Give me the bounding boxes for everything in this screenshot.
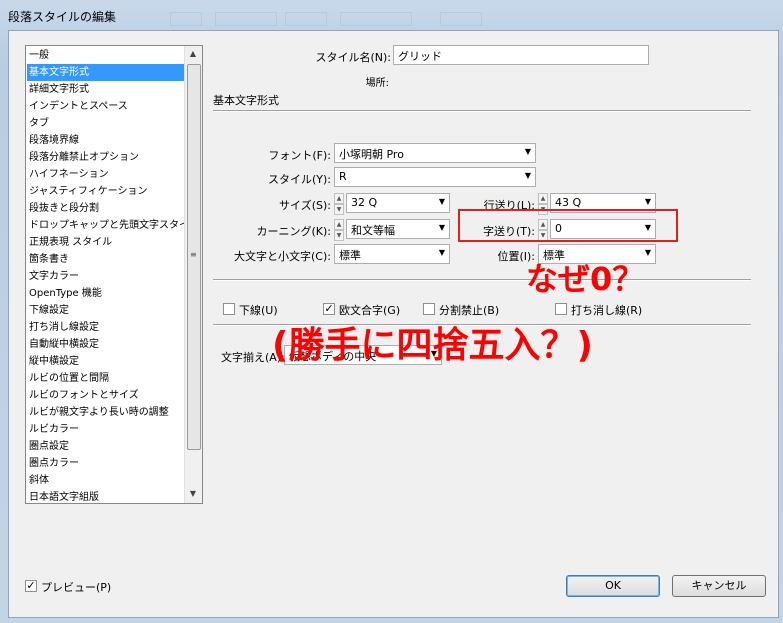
scroll-down-icon[interactable]: ▼ <box>185 486 201 502</box>
category-item[interactable]: ルビのフォントとサイズ <box>27 387 184 404</box>
style-name-input[interactable]: グリッド <box>393 45 649 65</box>
category-item[interactable]: 段落境界線 <box>27 132 184 149</box>
kerning-stepper[interactable]: ▲ ▼ <box>334 219 344 241</box>
category-item[interactable]: ジャスティフィケーション <box>27 183 184 200</box>
section-title: 基本文字形式 <box>213 94 279 107</box>
location-label: 場所: <box>365 78 389 89</box>
scroll-thumb[interactable]: ≡ <box>187 64 201 450</box>
category-item[interactable]: 段落分離禁止オプション <box>27 149 184 166</box>
title-bar[interactable]: 段落スタイルの編集 <box>0 0 783 30</box>
spin-up-icon[interactable]: ▲ <box>334 193 344 204</box>
divider <box>213 110 751 112</box>
category-item[interactable]: ルビの位置と間隔 <box>27 370 184 387</box>
preview-label: プレビュー(P) <box>41 581 112 594</box>
divider <box>213 279 751 281</box>
category-item[interactable]: ハイフネーション <box>27 166 184 183</box>
chevron-down-icon: ▼ <box>644 197 651 206</box>
size-value: 32 Q <box>351 196 378 209</box>
category-item[interactable]: 段抜きと段分割 <box>27 200 184 217</box>
spin-down-icon[interactable]: ▼ <box>334 230 344 241</box>
position-label: 位置(I): <box>497 250 535 263</box>
chevron-down-icon: ▼ <box>524 171 531 180</box>
category-item[interactable]: 日本語文字組版 <box>27 489 184 503</box>
highlight-box <box>458 209 678 242</box>
size-select[interactable]: 32 Q ▼ <box>346 193 450 213</box>
category-item[interactable]: 一般 <box>27 47 184 64</box>
spin-down-icon[interactable]: ▼ <box>334 204 344 215</box>
chevron-down-icon: ▼ <box>438 223 445 232</box>
size-stepper[interactable]: ▲ ▼ <box>334 193 344 215</box>
style-value: R <box>339 170 347 183</box>
category-item[interactable]: 打ち消し線設定 <box>27 319 184 336</box>
kerning-select[interactable]: 和文等幅 ▼ <box>346 219 450 239</box>
category-item[interactable]: OpenType 機能 <box>27 285 184 302</box>
chevron-down-icon: ▼ <box>438 197 445 206</box>
category-list[interactable]: 一般 基本文字形式 詳細文字形式 インデントとスペース タブ 段落境界線 段落分離禁止オプシ… <box>25 45 203 504</box>
preview-checkbox[interactable]: ✓ <box>25 580 37 592</box>
style-select[interactable]: R ▼ <box>334 167 536 187</box>
background-ghost <box>285 12 327 26</box>
dialog-window: 段落スタイルの編集 一般 基本文字形式 詳細文字形式 インデントとスペース タブ 段落境界… <box>0 0 783 623</box>
category-item[interactable]: ドロップキャップと先頭文字スタイル <box>27 217 184 234</box>
scroll-up-icon[interactable]: ▲ <box>185 46 201 62</box>
chevron-down-icon: ▼ <box>644 248 651 257</box>
category-item[interactable]: 自動縦中横設定 <box>27 336 184 353</box>
annotation-line1: なぜ0？ <box>526 260 645 298</box>
category-item[interactable]: 圏点カラー <box>27 455 184 472</box>
background-ghost <box>440 12 482 26</box>
style-label: スタイル(Y): <box>267 173 331 186</box>
category-item[interactable]: 縦中横設定 <box>27 353 184 370</box>
window-title: 段落スタイルの編集 <box>8 10 117 24</box>
case-value: 標準 <box>339 249 361 262</box>
spin-up-icon[interactable]: ▲ <box>538 193 548 204</box>
case-select[interactable]: 標準 ▼ <box>334 244 450 264</box>
category-item[interactable]: 正規表現 スタイル <box>27 234 184 251</box>
category-item[interactable]: 詳細文字形式 <box>27 81 184 98</box>
grip-icon: ≡ <box>190 250 197 259</box>
nobreak-checkbox[interactable] <box>423 303 435 315</box>
case-label: 大文字と小文字(C): <box>234 250 331 263</box>
leading-value: 43 Q <box>555 196 582 209</box>
background-ghost <box>340 12 412 26</box>
category-item[interactable]: インデントとスペース <box>27 98 184 115</box>
cancel-button[interactable]: キャンセル <box>672 575 766 597</box>
spin-up-icon[interactable]: ▲ <box>334 219 344 230</box>
annotation-line2: (勝手に四捨五入？) <box>272 325 593 366</box>
background-ghost <box>170 12 202 26</box>
font-select[interactable]: 小塚明朝 Pro ▼ <box>334 143 536 163</box>
kerning-value: 和文等幅 <box>351 224 395 237</box>
category-item[interactable]: ルビが親文字より長い時の調整 <box>27 404 184 421</box>
kerning-label: カーニング(K): <box>256 225 331 238</box>
ligature-checkbox[interactable]: ✓ <box>323 303 335 315</box>
category-item[interactable]: 斜体 <box>27 472 184 489</box>
style-name-label: スタイル名(N): <box>315 51 391 64</box>
background-ghost <box>215 12 277 26</box>
list-scrollbar[interactable]: ▲ ≡ ▼ <box>184 46 202 503</box>
category-item[interactable]: タブ <box>27 115 184 132</box>
size-label: サイズ(S): <box>279 199 331 212</box>
font-label: フォント(F): <box>268 149 331 162</box>
category-item[interactable]: 文字カラー <box>27 268 184 285</box>
category-item[interactable]: 箇条書き <box>27 251 184 268</box>
category-item[interactable]: ルビカラー <box>27 421 184 438</box>
underline-checkbox[interactable] <box>223 303 235 315</box>
chevron-down-icon: ▼ <box>524 147 531 156</box>
category-item[interactable]: 圏点設定 <box>27 438 184 455</box>
chevron-down-icon: ▼ <box>438 248 445 257</box>
font-value: 小塚明朝 Pro <box>339 148 404 161</box>
category-item[interactable]: 下線設定 <box>27 302 184 319</box>
strike-checkbox[interactable] <box>555 303 567 315</box>
ok-button[interactable]: OK <box>566 575 660 597</box>
category-item[interactable]: 基本文字形式 <box>27 64 184 81</box>
